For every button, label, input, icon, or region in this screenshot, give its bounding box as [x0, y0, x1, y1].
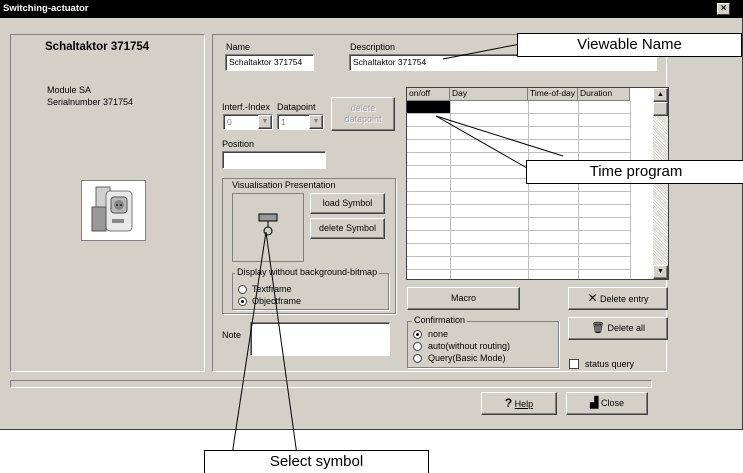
time-program-callout: Time program — [526, 160, 743, 184]
viewable-name-callout: Viewable Name — [517, 33, 742, 57]
select-symbol-callout: Select symbol — [204, 450, 429, 473]
annotation-lines — [231, 43, 564, 456]
